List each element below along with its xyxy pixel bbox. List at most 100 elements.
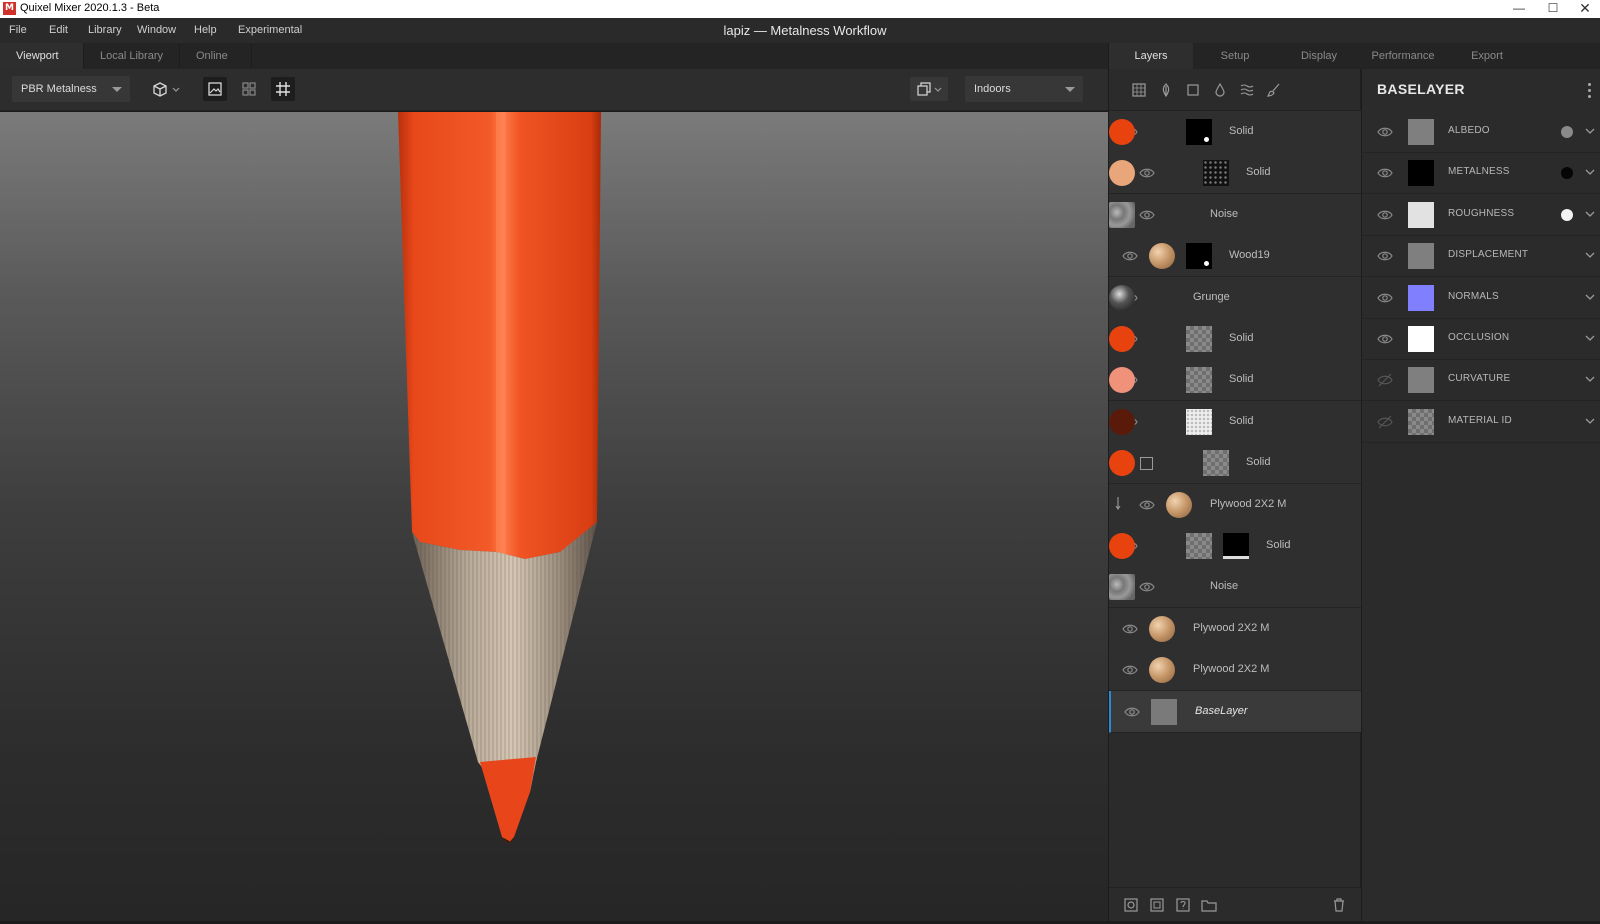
wireframe-grid-button[interactable] [271, 77, 295, 101]
menu-experimental[interactable]: Experimental [238, 24, 302, 36]
layer-row[interactable]: Solid [1109, 318, 1361, 360]
eye-icon[interactable] [1377, 291, 1393, 305]
eye-icon[interactable] [1122, 249, 1138, 263]
tab-online[interactable]: Online [180, 43, 252, 69]
eye-icon[interactable] [1377, 415, 1393, 429]
camera-view-button[interactable] [910, 77, 948, 101]
menu-library[interactable]: Library [88, 24, 122, 36]
tab-setup[interactable]: Setup [1193, 43, 1277, 69]
grid-view-button[interactable] [237, 77, 261, 101]
layer-row[interactable]: Solid [1109, 359, 1361, 402]
tab-local-library[interactable]: Local Library [84, 43, 180, 69]
mask-thumbnail [1186, 326, 1212, 352]
channel-swatch[interactable] [1408, 243, 1434, 270]
solid-layer-icon[interactable] [1185, 82, 1201, 98]
tab-layers[interactable]: Layers [1109, 43, 1193, 69]
chevron-down-icon[interactable] [1584, 332, 1596, 344]
paint-layer-icon[interactable] [1158, 82, 1174, 98]
channel-row[interactable]: ALBEDO [1362, 111, 1600, 153]
folder-icon[interactable] [1201, 897, 1217, 913]
layer-row[interactable]: Plywood 2X2 M [1109, 483, 1361, 526]
menu-window[interactable]: Window [137, 24, 176, 36]
tab-performance[interactable]: Performance [1361, 43, 1445, 69]
channel-row[interactable]: CURVATURE [1362, 359, 1600, 402]
layer-row[interactable]: Grunge [1109, 276, 1361, 319]
minimize-icon[interactable]: — [1502, 0, 1536, 18]
eye-icon[interactable] [1377, 373, 1393, 387]
eye-icon[interactable] [1377, 249, 1393, 263]
eye-icon[interactable] [1377, 125, 1393, 139]
eye-icon[interactable] [1377, 332, 1393, 346]
layer-row[interactable]: Solid [1109, 442, 1361, 485]
channel-swatch[interactable] [1408, 326, 1434, 352]
eye-icon[interactable] [1124, 705, 1140, 719]
eye-icon[interactable] [1139, 498, 1155, 512]
layer-row[interactable]: Noise [1109, 193, 1361, 236]
channel-row[interactable]: NORMALS [1362, 277, 1600, 319]
add-mask-icon[interactable] [1123, 897, 1139, 913]
chevron-down-icon[interactable] [1584, 208, 1596, 220]
layer-row[interactable]: Solid [1109, 111, 1361, 153]
eye-icon[interactable] [1122, 622, 1138, 636]
layer-row[interactable]: Solid [1109, 152, 1361, 195]
3d-viewport[interactable] [0, 112, 1108, 921]
channel-row[interactable]: OCCLUSION [1362, 318, 1600, 360]
brush-icon[interactable] [1266, 82, 1282, 98]
title-bar: M Quixel Mixer 2020.1.3 - Beta — ☐ ✕ [0, 0, 1600, 18]
layer-row[interactable]: Wood19 [1109, 235, 1361, 278]
channel-row[interactable]: DISPLACEMENT [1362, 235, 1600, 278]
chevron-down-icon[interactable] [1584, 415, 1596, 427]
maximize-icon[interactable]: ☐ [1536, 0, 1570, 18]
eye-icon[interactable] [1377, 166, 1393, 180]
tab-viewport[interactable]: Viewport [0, 43, 84, 69]
menu-help[interactable]: Help [194, 24, 217, 36]
channel-row[interactable]: METALNESS [1362, 152, 1600, 195]
close-icon[interactable]: ✕ [1568, 0, 1600, 18]
layer-row[interactable]: Plywood 2X2 M [1109, 607, 1361, 650]
trash-icon[interactable] [1331, 897, 1347, 913]
channel-swatch[interactable] [1408, 284, 1434, 311]
eye-icon[interactable] [1139, 208, 1155, 222]
tab-export[interactable]: Export [1445, 43, 1529, 69]
channel-value-dot[interactable] [1561, 126, 1573, 138]
layer-row[interactable]: Noise [1109, 566, 1361, 609]
duplicate-layer-icon[interactable] [1149, 897, 1165, 913]
layer-row[interactable]: Plywood 2X2 M [1109, 649, 1361, 692]
channel-value-dot[interactable] [1561, 167, 1573, 180]
surface-layer-icon[interactable] [1131, 82, 1147, 98]
layer-row[interactable]: Solid [1109, 525, 1361, 567]
tab-display[interactable]: Display [1277, 43, 1361, 69]
visibility-checkbox[interactable] [1140, 457, 1153, 471]
channel-row[interactable]: MATERIAL ID [1362, 401, 1600, 443]
render-mode-dropdown[interactable]: PBR Metalness [12, 76, 130, 102]
menu-edit[interactable]: Edit [49, 24, 68, 36]
fill-layer-icon[interactable] [1212, 82, 1228, 98]
channel-swatch[interactable] [1408, 408, 1434, 435]
channel-value-dot[interactable] [1561, 208, 1573, 221]
environment-dropdown[interactable]: Indoors [965, 76, 1083, 102]
layer-row[interactable]: Solid [1109, 400, 1361, 443]
image-view-button[interactable] [203, 77, 227, 101]
eye-icon[interactable] [1377, 208, 1393, 222]
eye-icon[interactable] [1139, 166, 1155, 180]
chevron-down-icon[interactable] [1584, 249, 1596, 261]
eye-icon[interactable] [1122, 663, 1138, 677]
chevron-down-icon[interactable] [1584, 166, 1596, 178]
channel-swatch[interactable] [1408, 160, 1434, 187]
channel-swatch[interactable] [1408, 119, 1434, 145]
adjustment-layer-icon[interactable] [1239, 82, 1255, 98]
chevron-down-icon[interactable] [1584, 373, 1596, 385]
channel-row[interactable]: ROUGHNESS [1362, 194, 1600, 236]
smart-material-icon[interactable] [1175, 897, 1191, 913]
mesh-select-button[interactable] [148, 77, 186, 101]
mask-thumbnail [1203, 450, 1229, 477]
layer-row[interactable]: BaseLayer [1109, 690, 1361, 733]
chevron-down-icon[interactable] [1584, 125, 1596, 137]
menu-file[interactable]: File [9, 24, 27, 36]
eye-icon[interactable] [1139, 580, 1155, 594]
channel-swatch[interactable] [1408, 367, 1434, 394]
chevron-down-icon[interactable] [1584, 291, 1596, 303]
more-options-icon[interactable] [1584, 81, 1594, 99]
mask-thumbnail [1203, 160, 1229, 187]
channel-swatch[interactable] [1408, 201, 1434, 228]
